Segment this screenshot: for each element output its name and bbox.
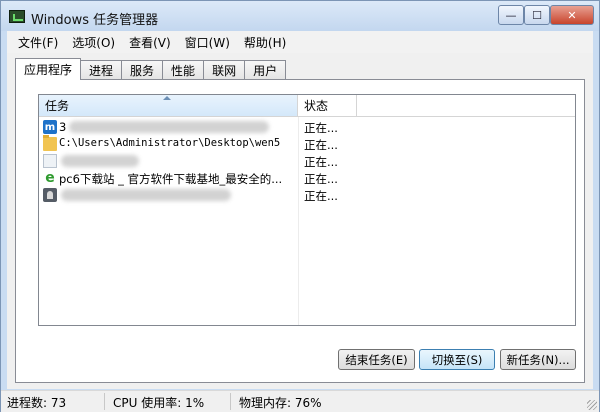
- task-manager-icon: [9, 10, 25, 23]
- list-item[interactable]: m 3 正在...: [39, 119, 575, 136]
- applications-panel: 任务 状态 m 3 正在... C:\Users\Administrator\D…: [15, 79, 585, 383]
- title-bar[interactable]: Windows 任务管理器 — ☐ ✕: [1, 1, 599, 31]
- memory-usage: 物理内存: 76%: [239, 396, 322, 410]
- tab-processes[interactable]: 进程: [80, 60, 123, 80]
- list-item[interactable]: C:\Users\Administrator\Desktop\wen5 正在..…: [39, 135, 575, 153]
- process-count: 进程数: 73: [7, 396, 67, 410]
- task-status: 正在...: [304, 121, 338, 135]
- maxthon-icon: m: [43, 120, 57, 134]
- status-bar: 进程数: 73 CPU 使用率: 1% 物理内存: 76%: [1, 390, 599, 412]
- list-item[interactable]: 正在...: [39, 187, 575, 204]
- list-item[interactable]: 正在...: [39, 153, 575, 170]
- window-title: Windows 任务管理器: [31, 13, 159, 28]
- redacted-text: [61, 189, 231, 201]
- tab-applications[interactable]: 应用程序: [15, 58, 82, 80]
- tab-services[interactable]: 服务: [121, 60, 164, 80]
- resize-grip[interactable]: [587, 400, 597, 410]
- task-status: 正在...: [304, 155, 338, 169]
- task-name: C:\Users\Administrator\Desktop\wen5: [59, 137, 281, 149]
- folder-icon: [43, 135, 57, 151]
- task-status: 正在...: [304, 172, 338, 186]
- task-list[interactable]: 任务 状态 m 3 正在... C:\Users\Administrator\D…: [38, 94, 576, 326]
- redacted-text: [61, 155, 139, 167]
- menu-bar: 文件(F) 选项(O) 查看(V) 窗口(W) 帮助(H): [7, 31, 593, 53]
- status-divider: [104, 393, 105, 410]
- close-button[interactable]: ✕: [550, 5, 594, 25]
- tab-users[interactable]: 用户: [244, 60, 287, 80]
- column-label-status: 状态: [304, 99, 329, 113]
- menu-window[interactable]: 窗口(W): [178, 34, 237, 51]
- column-label-task: 任务: [45, 99, 70, 113]
- redacted-text: [69, 121, 269, 133]
- list-item[interactable]: e pc6下载站 _ 官方软件下载基地_最安全的... 正在...: [39, 170, 575, 187]
- menu-help[interactable]: 帮助(H): [237, 34, 293, 51]
- minimize-button[interactable]: —: [498, 5, 524, 25]
- switch-to-button[interactable]: 切换至(S): [419, 349, 495, 370]
- menu-view[interactable]: 查看(V): [122, 34, 178, 51]
- new-task-button[interactable]: 新任务(N)...: [500, 349, 576, 370]
- status-divider: [230, 393, 231, 410]
- pen-icon: [43, 188, 57, 202]
- column-header-filler: [357, 95, 575, 117]
- ie-icon: e: [43, 170, 57, 186]
- task-status: 正在...: [304, 189, 338, 203]
- column-header-status[interactable]: 状态: [298, 95, 357, 117]
- maximize-button[interactable]: ☐: [524, 5, 550, 25]
- task-manager-window: Windows 任务管理器 — ☐ ✕ 文件(F) 选项(O) 查看(V) 窗口…: [0, 0, 600, 412]
- menu-options[interactable]: 选项(O): [65, 34, 122, 51]
- tab-performance[interactable]: 性能: [162, 60, 205, 80]
- column-header-task[interactable]: 任务: [39, 95, 298, 117]
- cpu-usage: CPU 使用率: 1%: [113, 396, 205, 410]
- tab-strip: 应用程序 进程 服务 性能 联网 用户: [15, 58, 287, 80]
- sort-ascending-icon: [163, 96, 171, 100]
- client-area: 应用程序 进程 服务 性能 联网 用户 任务 状态 m 3 正在... C:\U…: [7, 53, 593, 389]
- menu-file[interactable]: 文件(F): [11, 34, 65, 51]
- end-task-button[interactable]: 结束任务(E): [338, 349, 415, 370]
- tab-networking[interactable]: 联网: [203, 60, 246, 80]
- task-status: 正在...: [304, 138, 338, 152]
- task-name: pc6下载站 _ 官方软件下载基地_最安全的...: [59, 172, 283, 186]
- document-icon: [43, 154, 57, 168]
